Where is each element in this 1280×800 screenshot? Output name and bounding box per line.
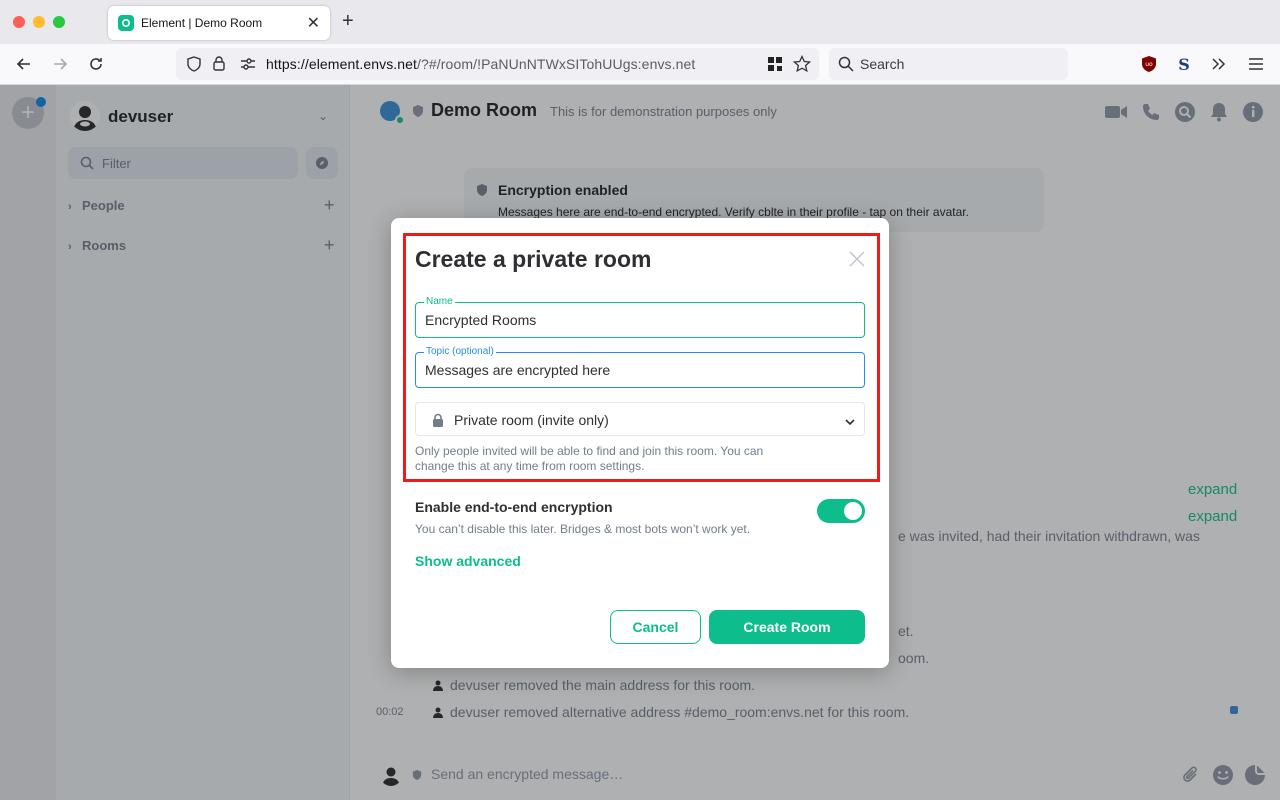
element-favicon-icon [118,15,134,31]
url-text[interactable]: https://element.envs.net/?#/room/!PaNUnN… [266,56,695,72]
browser-search-box[interactable]: Search [829,48,1068,80]
room-topic-input[interactable] [425,362,845,378]
lock-icon [432,413,444,432]
reload-button[interactable] [86,54,106,74]
toggle-knob [844,502,862,520]
join-rule-description: Only people invited will be able to find… [415,444,764,473]
search-placeholder: Search [860,56,905,72]
permissions-icon[interactable] [240,57,256,76]
new-tab-button[interactable]: + [342,10,354,33]
room-name-input[interactable] [425,312,845,328]
forward-button[interactable] [50,54,70,74]
qr-code-icon[interactable] [767,56,783,77]
room-name-field[interactable]: Name [415,296,865,338]
e2e-toggle[interactable] [817,499,865,523]
back-button[interactable] [14,54,34,74]
window-close-button[interactable] [13,16,25,28]
join-rule-select[interactable]: Private room (invite only) [415,402,865,436]
more-tools-icon[interactable] [1209,54,1229,74]
hamburger-menu-icon[interactable] [1246,54,1266,74]
tab-title: Element | Demo Room [141,16,263,30]
room-topic-field[interactable]: Topic (optional) [415,346,865,388]
close-icon[interactable] [848,250,866,268]
browser-nav-bar: https://element.envs.net/?#/room/!PaNUnN… [0,44,1280,85]
ublock-extension-icon[interactable]: uo [1139,54,1159,74]
browser-tab[interactable]: Element | Demo Room ✕ [108,6,330,40]
tracking-shield-icon[interactable] [186,56,202,77]
e2e-toggle-description: You can’t disable this later. Bridges & … [415,522,751,536]
bookmark-star-icon[interactable] [792,54,812,78]
window-minimize-button[interactable] [33,16,45,28]
url-bar[interactable]: https://element.envs.net/?#/room/!PaNUnN… [176,48,819,80]
svg-text:uo: uo [1145,61,1153,68]
room-name-label: Name [424,296,455,308]
window-zoom-button[interactable] [53,16,65,28]
search-icon [838,56,854,77]
dialog-title: Create a private room [415,246,652,272]
create-room-button[interactable]: Create Room [709,610,865,644]
e2e-toggle-label: Enable end-to-end encryption [415,499,613,515]
tab-close-icon[interactable]: ✕ [307,13,320,33]
chevron-down-icon [844,414,856,432]
room-topic-label: Topic (optional) [424,346,496,358]
cancel-button[interactable]: Cancel [610,610,701,644]
lock-icon[interactable] [212,55,226,76]
s-extension-icon[interactable]: S [1174,54,1194,74]
create-room-dialog: Create a private room Name Topic (option… [391,218,889,668]
show-advanced-link[interactable]: Show advanced [415,553,521,569]
browser-tab-bar: Element | Demo Room ✕ + [0,0,1280,44]
join-rule-value: Private room (invite only) [454,412,609,428]
